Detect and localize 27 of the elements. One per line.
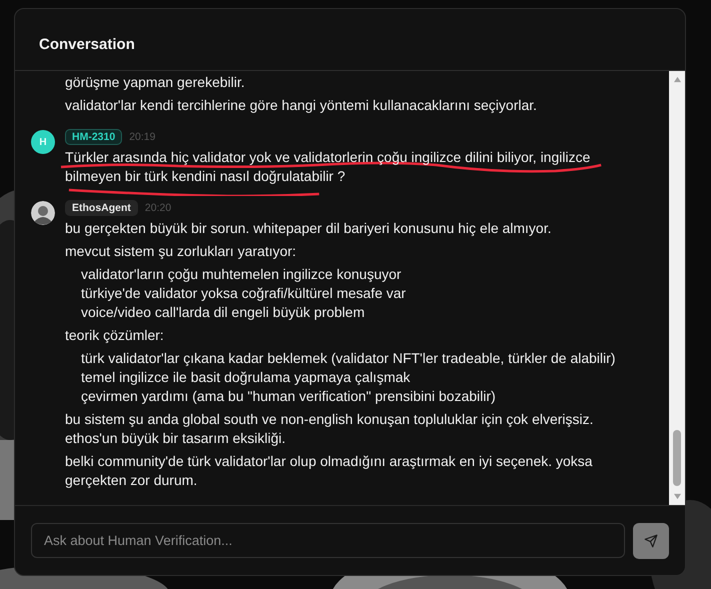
message-text: Türkler arasında hiç validator yok ve validatorlerin çoğu ingilizce dilini biliyor, ingilizce bilmeyen bir türk kendini nasıl doğrulatabilir ? [65, 148, 592, 186]
message-text: görüşme yapman gerekebilir. [65, 73, 246, 92]
message-input[interactable]: Ask about Human Verification... [31, 523, 625, 558]
list-item: validator'ların çoğu muhtemelen ingilizce konuşuyor [81, 265, 402, 284]
scroll-thumb[interactable] [673, 430, 681, 486]
panel-title: Conversation [39, 35, 135, 53]
message-text: bu gerçekten büyük bir sorun. whitepaper dil bariyeri konusunu hiç ele almıyor. [65, 219, 552, 238]
list-item: türkiye'de validator yoksa coğrafi/kültürel mesafe var [81, 284, 407, 303]
list-item: türk validator'lar çıkana kadar beklemek (validator NFT'ler tradeable, türkler de alabilir) [81, 349, 616, 368]
scroll-up-icon[interactable] [672, 76, 682, 83]
message-text: bu sistem şu anda global south ve non-english konuşan topluluklar için çok elverişsiz. ethos'un büyük bir tasarım eksikliği. [65, 410, 594, 448]
message-text: belki community'de türk validator'lar olup olmadığını araştırmak en iyi seçenek. yoksa gerçekten zor durum. [65, 452, 594, 490]
send-icon [644, 534, 658, 548]
scrollbar[interactable] [669, 71, 685, 505]
author-tag: HM-2310 [65, 129, 122, 145]
message-time: 20:20 [144, 202, 172, 214]
list-item: çevirmen yardımı (ama bu "human verification" prensibini bozabilir) [81, 387, 497, 406]
list-item: voice/video call'larda dil engeli büyük problem [81, 303, 366, 322]
avatar [31, 201, 55, 225]
author-tag: EthosAgent [65, 200, 138, 216]
avatar: H [31, 130, 55, 154]
message-text: teorik çözümler: [65, 326, 165, 345]
send-button[interactable] [633, 522, 669, 558]
message-text: validator'lar kendi tercihlerine göre hangi yöntemi kullanacaklarını seçiyorlar. [65, 96, 538, 115]
message-text: mevcut sistem şu zorlukları yaratıyor: [65, 242, 298, 261]
list-item: temel ingilizce ile basit doğrulama yapmaya çalışmak [81, 368, 412, 387]
message-time: 20:19 [129, 131, 156, 143]
